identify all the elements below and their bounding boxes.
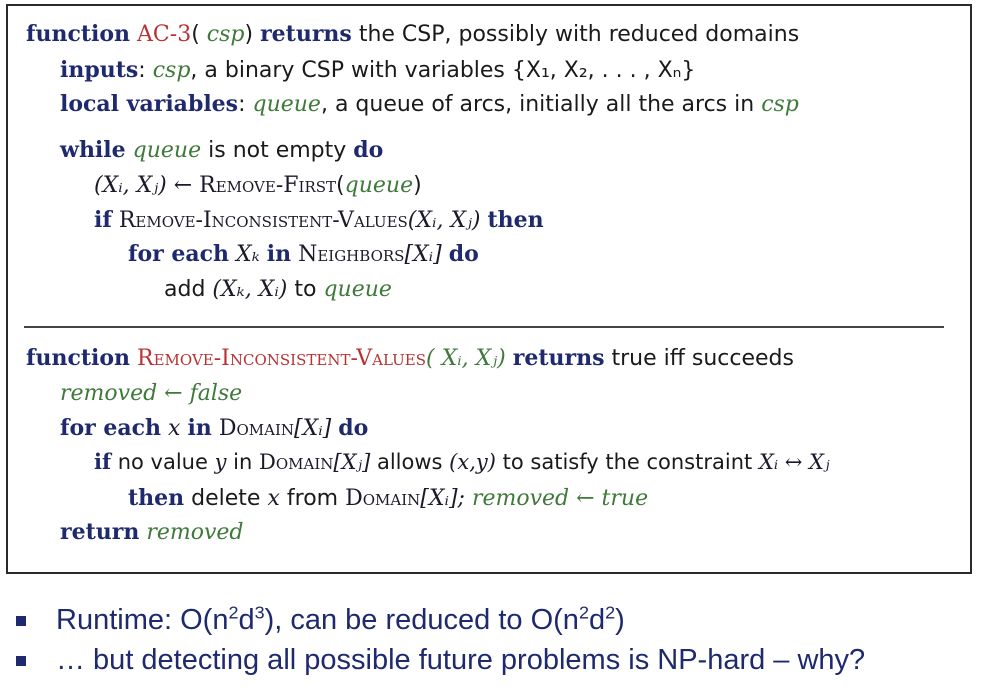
riv-for-each-line: for each x in Domain[Xᵢ] do	[60, 415, 369, 441]
return-description: the CSP, possibly with reduced domains	[358, 22, 800, 47]
bullet-list: Runtime: O(n2d3), can be reduced to O(n2…	[10, 600, 980, 680]
ac3-signature: function AC-3( csp) returns the CSP, pos…	[26, 21, 800, 47]
ac3-local-variables: local variables: queue, a queue of arcs,…	[60, 91, 799, 117]
square-bullet-icon	[16, 616, 26, 626]
function-name-ac3: AC-3	[137, 22, 192, 47]
ac3-remove-first-line: (Xᵢ, Xⱼ) ← Remove-First(queue)	[94, 173, 422, 198]
square-bullet-icon	[16, 656, 26, 666]
ac3-if-line: if Remove-Inconsistent-Values(Xᵢ, Xⱼ) th…	[94, 207, 544, 233]
keyword-function: function	[26, 21, 131, 47]
bullet-runtime: Runtime: O(n2d3), can be reduced to O(n2…	[10, 600, 980, 640]
ac3-while-line: while queue is not empty do	[60, 137, 384, 163]
keyword-returns: returns	[260, 21, 352, 47]
section-divider	[24, 326, 944, 328]
ac3-for-each-line: for each Xₖ in Neighbors[Xᵢ] do	[128, 241, 479, 267]
riv-removed-init: removed ← false	[60, 381, 243, 406]
param-csp: csp	[206, 22, 245, 47]
ac3-add-line: add (Xₖ, Xᵢ) to queue	[164, 277, 392, 302]
ac3-inputs: inputs: csp, a binary CSP with variables…	[60, 57, 696, 83]
keyword-local-variables: local variables	[60, 91, 239, 117]
riv-then-line: then delete x from Domain[Xᵢ]; removed ←…	[128, 485, 649, 511]
riv-return-line: return removed	[60, 519, 244, 545]
function-name-riv: Remove-Inconsistent-Values	[137, 346, 427, 371]
riv-if-line: if no value y in Domain[Xⱼ] allows (x,y)…	[94, 449, 830, 474]
algorithm-box: function AC-3( csp) returns the CSP, pos…	[6, 4, 972, 574]
keyword-inputs: inputs	[60, 57, 139, 83]
bullet-np-hard: … but detecting all possible future prob…	[10, 640, 980, 680]
riv-signature: function Remove-Inconsistent-Values( Xᵢ,…	[26, 345, 794, 371]
